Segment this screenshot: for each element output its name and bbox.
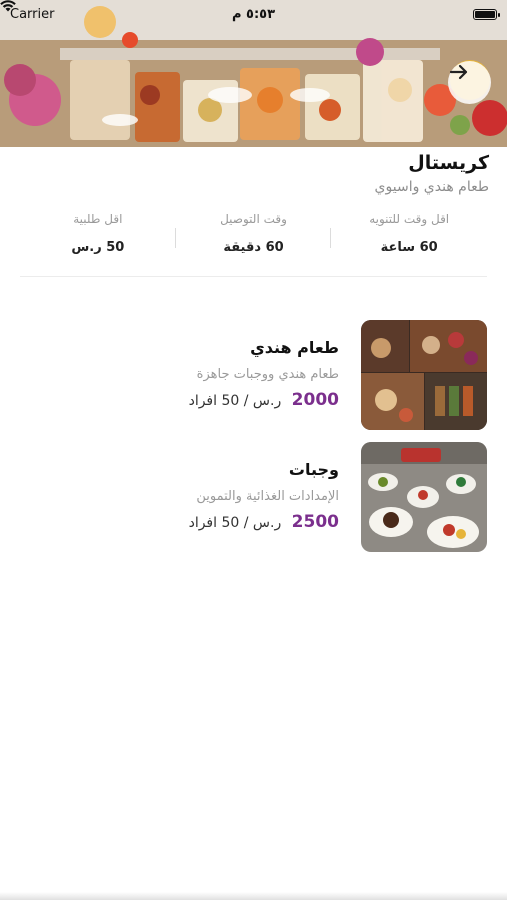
stat-min-order: اقل طلبية 50 ر.س [20,212,176,260]
menu-item-text: طعام هندي طعام هندي ووجبات جاهزة 2000 ر.… [189,338,339,410]
buffet-collage-image [361,320,487,430]
menu-item-price-amount: 2000 [291,390,339,410]
menu-item-image [361,442,487,552]
menu-item-price: 2500 ر.س / 50 افراد [189,512,339,532]
stat-value: 60 دقيقة [223,240,284,255]
menu-item-description: طعام هندي ووجبات جاهزة [196,367,339,382]
battery-icon [473,8,500,20]
menu-item-image [361,320,487,430]
menu-item-price-unit: ر.س / 50 افراد [188,515,282,531]
stat-label: اقل طلبية [73,212,123,226]
stat-value: 50 ر.س [71,240,125,255]
restaurant-name: كريستال [408,152,489,174]
menu-item-price: 2000 ر.س / 50 افراد [189,390,339,410]
menu-item-name: وجبات [288,460,339,479]
menu-item-description: الإمدادات الغذائية والتموين [196,489,339,504]
stat-label: وقت التوصيل [220,212,287,226]
divider [20,276,487,277]
menu-item-indian-food[interactable]: طعام هندي طعام هندي ووجبات جاهزة 2000 ر.… [20,320,487,430]
stat-notice-time: اقل وقت للتنويه 60 ساعة [331,212,487,260]
status-bar: Carrier ٥:٥٣ م [0,0,507,28]
stat-delivery-time: وقت التوصيل 60 دقيقة [176,212,332,260]
stat-label: اقل وقت للتنويه [369,212,450,226]
menu-item-text: وجبات الإمدادات الغذائية والتموين 2500 ر… [189,460,339,532]
menu-item-price-unit: ر.س / 50 افراد [188,393,282,409]
hero-image: Carrier ٥:٥٣ م [0,0,507,147]
arrow-right-icon [449,64,468,80]
menu-item-price-amount: 2500 [291,512,339,532]
status-time: ٥:٥٣ م [231,6,276,22]
restaurant-stats: اقل وقت للتنويه 60 ساعة وقت التوصيل 60 د… [20,212,487,260]
bottom-shadow [0,892,507,900]
restaurant-cuisine: طعام هندي واسيوي [374,179,489,195]
plated-desserts-image [361,442,487,552]
stat-value: 60 ساعة [380,240,438,255]
menu-item-name: طعام هندي [250,338,339,357]
back-button[interactable] [448,61,491,104]
menu-item-meals[interactable]: وجبات الإمدادات الغذائية والتموين 2500 ر… [20,442,487,552]
